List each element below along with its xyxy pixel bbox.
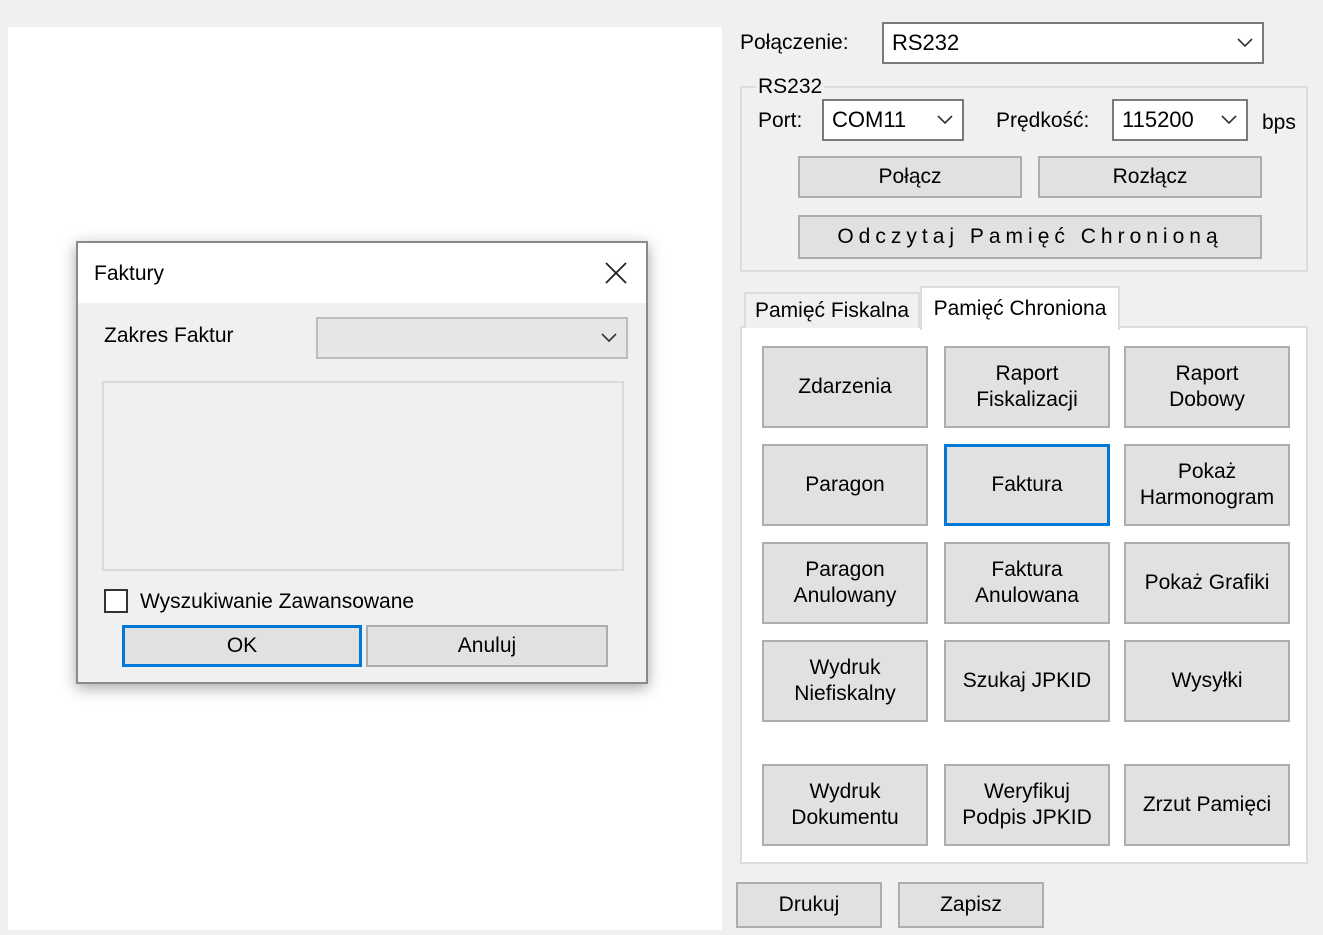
advanced-search-checkbox[interactable] [104, 589, 128, 613]
daily-report-button[interactable]: Raport Dobowy [1124, 346, 1290, 428]
advanced-search-label: Wyszukiwanie Zawansowane [140, 590, 415, 613]
port-select[interactable]: COM11 [822, 99, 964, 141]
dialog-title-bar: Faktury [78, 243, 646, 303]
print-button[interactable]: Drukuj [736, 882, 882, 928]
cancelled-invoice-button[interactable]: Faktura Anulowana [944, 542, 1110, 624]
show-schedule-button[interactable]: Pokaż Harmonogram [1124, 444, 1290, 526]
chevron-down-icon [1228, 24, 1262, 62]
ok-button[interactable]: OK [122, 625, 362, 667]
rs232-group-title: RS232 [756, 74, 825, 100]
dialog-title: Faktury [94, 262, 165, 285]
chevron-down-icon [1212, 101, 1246, 139]
connection-select[interactable]: RS232 [882, 22, 1264, 64]
verify-jpkid-signature-button[interactable]: Weryfikuj Podpis JPKID [944, 764, 1110, 846]
invoices-dialog: Faktury Zakres Faktur Wyszukiwanie Zawan… [76, 241, 648, 684]
connection-label: Połączenie: [740, 31, 849, 54]
shipments-button[interactable]: Wysyłki [1124, 640, 1290, 722]
invoice-range-label: Zakres Faktur [104, 324, 234, 347]
invoice-button[interactable]: Faktura [944, 444, 1110, 526]
speed-select[interactable]: 115200 [1112, 99, 1248, 141]
document-printout-button[interactable]: Wydruk Dokumentu [762, 764, 928, 846]
memory-dump-button[interactable]: Zrzut Pamięci [1124, 764, 1290, 846]
speed-unit-label: bps [1262, 111, 1296, 134]
connect-button[interactable]: Połącz [798, 156, 1022, 198]
search-jpkid-button[interactable]: Szukaj JPKID [944, 640, 1110, 722]
events-button[interactable]: Zdarzenia [762, 346, 928, 428]
connection-select-value: RS232 [892, 30, 960, 55]
port-select-value: COM11 [832, 107, 907, 132]
non-fiscal-printout-button[interactable]: Wydruk Niefiskalny [762, 640, 928, 722]
speed-select-value: 115200 [1122, 107, 1194, 132]
tab-protected-memory[interactable]: Pamięć Chroniona [920, 286, 1120, 330]
port-label: Port: [758, 109, 803, 132]
speed-label: Prędkość: [996, 109, 1090, 132]
invoice-range-select[interactable] [316, 317, 628, 359]
receipt-button[interactable]: Paragon [762, 444, 928, 526]
cancelled-receipt-button[interactable]: Paragon Anulowany [762, 542, 928, 624]
read-protected-memory-button[interactable]: Odczytaj Pamięć Chronioną [798, 215, 1262, 259]
disconnect-button[interactable]: Rozłącz [1038, 156, 1262, 198]
show-graphics-button[interactable]: Pokaż Grafiki [1124, 542, 1290, 624]
chevron-down-icon [592, 319, 626, 357]
save-button[interactable]: Zapisz [898, 882, 1044, 928]
fiscalization-report-button[interactable]: Raport Fiskalizacji [944, 346, 1110, 428]
invoice-list[interactable] [102, 381, 624, 571]
chevron-down-icon [928, 101, 962, 139]
close-icon[interactable] [604, 261, 628, 285]
tab-fiscal-memory[interactable]: Pamięć Fiskalna [744, 292, 920, 328]
cancel-button[interactable]: Anuluj [366, 625, 608, 667]
